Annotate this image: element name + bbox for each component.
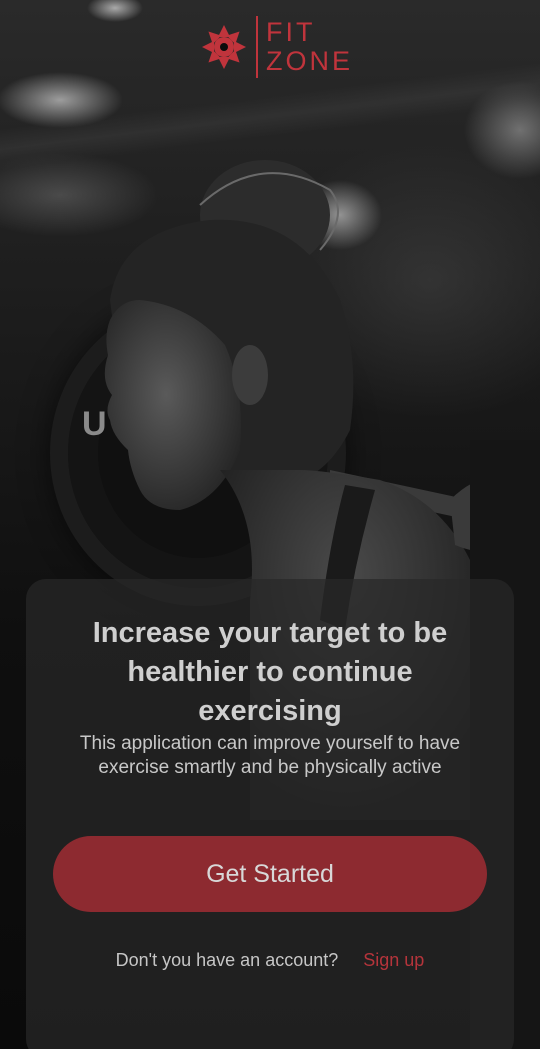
logo-wordmark: FIT ZONE xyxy=(266,18,353,76)
logo-line-2: ZONE xyxy=(266,46,354,76)
account-question-text: Don't you have an account? xyxy=(115,950,339,970)
logo-divider xyxy=(256,16,258,78)
app-logo: FIT ZONE xyxy=(200,16,353,78)
get-started-button[interactable]: Get Started xyxy=(53,836,487,912)
onboarding-headline: Increase your target to be healthier to … xyxy=(92,617,448,727)
sign-up-link[interactable]: Sign up xyxy=(363,950,424,970)
lotus-icon xyxy=(202,25,246,69)
onboarding-description: This application can improve yourself to… xyxy=(79,733,461,778)
onboarding-screen: U FIT ZONE Increase your target to be he… xyxy=(0,0,540,1049)
signup-prompt: Don't you have an account? Sign up xyxy=(0,950,540,971)
logo-line-1: FIT xyxy=(266,17,316,47)
